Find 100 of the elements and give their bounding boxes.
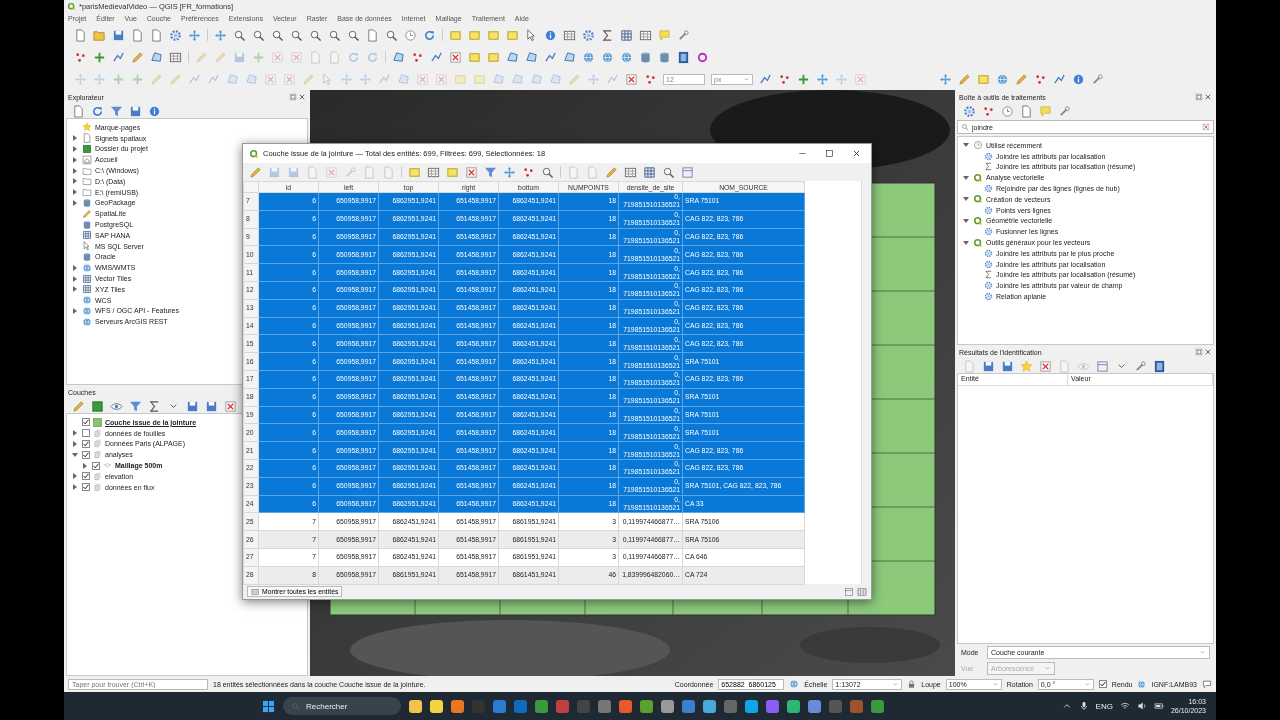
magnifier-icon[interactable]: [309, 28, 322, 42]
expand-arrow-icon[interactable]: [72, 275, 78, 282]
table-icon[interactable]: [427, 165, 440, 179]
globe-icon[interactable]: [1137, 679, 1147, 689]
document-icon[interactable]: [1020, 104, 1033, 118]
table-icon[interactable]: [169, 50, 182, 64]
document-icon[interactable]: [150, 28, 163, 42]
document-icon[interactable]: [74, 28, 87, 42]
polygon-icon[interactable]: [525, 50, 538, 64]
save-icon[interactable]: [129, 104, 142, 118]
delete-icon[interactable]: [1202, 123, 1210, 131]
point-layer-icon[interactable]: [778, 72, 791, 86]
language-indicator[interactable]: ENG: [1095, 701, 1113, 711]
clock-icon[interactable]: [1001, 104, 1014, 118]
expand-arrow-icon[interactable]: [72, 441, 78, 447]
wrench-icon[interactable]: [1091, 72, 1104, 86]
expand-arrow-icon[interactable]: [72, 167, 78, 174]
filter-icon[interactable]: [110, 104, 123, 118]
layer-icon[interactable]: [91, 399, 104, 413]
magnifier-icon[interactable]: [271, 28, 284, 42]
add-icon[interactable]: [93, 50, 106, 64]
speaker-icon[interactable]: [1136, 701, 1147, 711]
microphone-icon[interactable]: [1078, 701, 1089, 711]
sum-icon[interactable]: [148, 399, 161, 413]
app-icon[interactable]: [430, 699, 443, 713]
expand-arrow-icon[interactable]: [72, 473, 78, 480]
app-icon[interactable]: [451, 699, 464, 713]
save-icon[interactable]: [186, 399, 199, 413]
polygon-icon[interactable]: [563, 50, 576, 64]
app-icon[interactable]: [745, 699, 758, 713]
gear-icon[interactable]: [582, 28, 595, 42]
magnifier-icon[interactable]: [541, 165, 554, 179]
expand-arrow-icon[interactable]: [72, 451, 78, 458]
move-icon[interactable]: [816, 72, 829, 86]
app-icon[interactable]: [619, 699, 632, 713]
info-icon[interactable]: [148, 104, 161, 118]
wrench-icon[interactable]: [677, 28, 690, 42]
checkbox[interactable]: [82, 440, 90, 448]
move-icon[interactable]: [214, 28, 227, 42]
polygon-icon[interactable]: [506, 50, 519, 64]
expand-arrow-icon[interactable]: [963, 174, 969, 181]
checkbox[interactable]: [82, 472, 90, 481]
move-icon[interactable]: [939, 72, 952, 86]
expand-arrow-icon[interactable]: [963, 239, 969, 246]
selection-icon[interactable]: [449, 28, 462, 42]
filter-icon[interactable]: [129, 399, 142, 413]
view-icon[interactable]: [681, 165, 694, 179]
expand-arrow-icon[interactable]: [72, 135, 78, 142]
delete-icon[interactable]: [1039, 359, 1052, 373]
windows-logo-icon[interactable]: [262, 699, 275, 713]
magnifier-icon[interactable]: [347, 28, 360, 42]
app-icon[interactable]: [787, 699, 800, 713]
magnifier-icon[interactable]: [233, 28, 246, 42]
point-layer-icon[interactable]: [411, 50, 424, 64]
app-icon[interactable]: [661, 699, 674, 713]
view-icon[interactable]: [1096, 359, 1109, 373]
line-icon[interactable]: [112, 50, 125, 64]
checkbox[interactable]: [92, 461, 100, 470]
folder-icon[interactable]: [93, 28, 106, 42]
checkbox[interactable]: [82, 429, 90, 438]
add-icon[interactable]: [797, 72, 810, 86]
delete-icon[interactable]: [224, 399, 237, 413]
pencil-icon[interactable]: [72, 399, 85, 413]
magnifier-icon[interactable]: [252, 28, 265, 42]
delete-icon[interactable]: [625, 72, 638, 86]
magnifier-icon[interactable]: [328, 28, 341, 42]
close-icon[interactable]: [1204, 348, 1212, 356]
line-icon[interactable]: [759, 72, 772, 86]
app-icon[interactable]: [409, 699, 422, 713]
grid-icon[interactable]: [620, 28, 633, 42]
document-icon[interactable]: [131, 28, 144, 42]
magnifier-icon[interactable]: [662, 165, 675, 179]
gear-icon[interactable]: [963, 104, 976, 118]
globe-icon[interactable]: [620, 50, 633, 64]
expand-arrow-icon[interactable]: [72, 430, 78, 437]
line-icon[interactable]: [430, 50, 443, 64]
globe-icon[interactable]: [582, 50, 595, 64]
database-icon[interactable]: [658, 50, 671, 64]
maximize-icon[interactable]: [825, 149, 834, 158]
expand-arrow-icon[interactable]: [72, 307, 78, 314]
globe-icon[interactable]: [996, 72, 1009, 86]
move-icon[interactable]: [188, 28, 201, 42]
point-layer-icon[interactable]: [1034, 72, 1047, 86]
save-icon[interactable]: [1001, 359, 1014, 373]
selection-icon[interactable]: [487, 28, 500, 42]
globe-icon[interactable]: [601, 50, 614, 64]
expand-arrow-icon[interactable]: [963, 142, 969, 149]
view-icon[interactable]: [844, 586, 854, 597]
expand-arrow-icon[interactable]: [82, 462, 88, 469]
save-icon[interactable]: [205, 399, 218, 413]
expand-arrow-icon[interactable]: [963, 217, 969, 224]
app-icon[interactable]: [535, 699, 548, 713]
close-icon[interactable]: [852, 149, 861, 158]
app-icon[interactable]: [808, 699, 821, 713]
float-icon[interactable]: [289, 93, 297, 101]
cursor-icon[interactable]: [525, 28, 538, 42]
help-icon[interactable]: [677, 50, 690, 64]
polygon-icon[interactable]: [392, 50, 405, 64]
point-layer-icon[interactable]: [982, 104, 995, 118]
refresh-icon[interactable]: [91, 104, 104, 118]
